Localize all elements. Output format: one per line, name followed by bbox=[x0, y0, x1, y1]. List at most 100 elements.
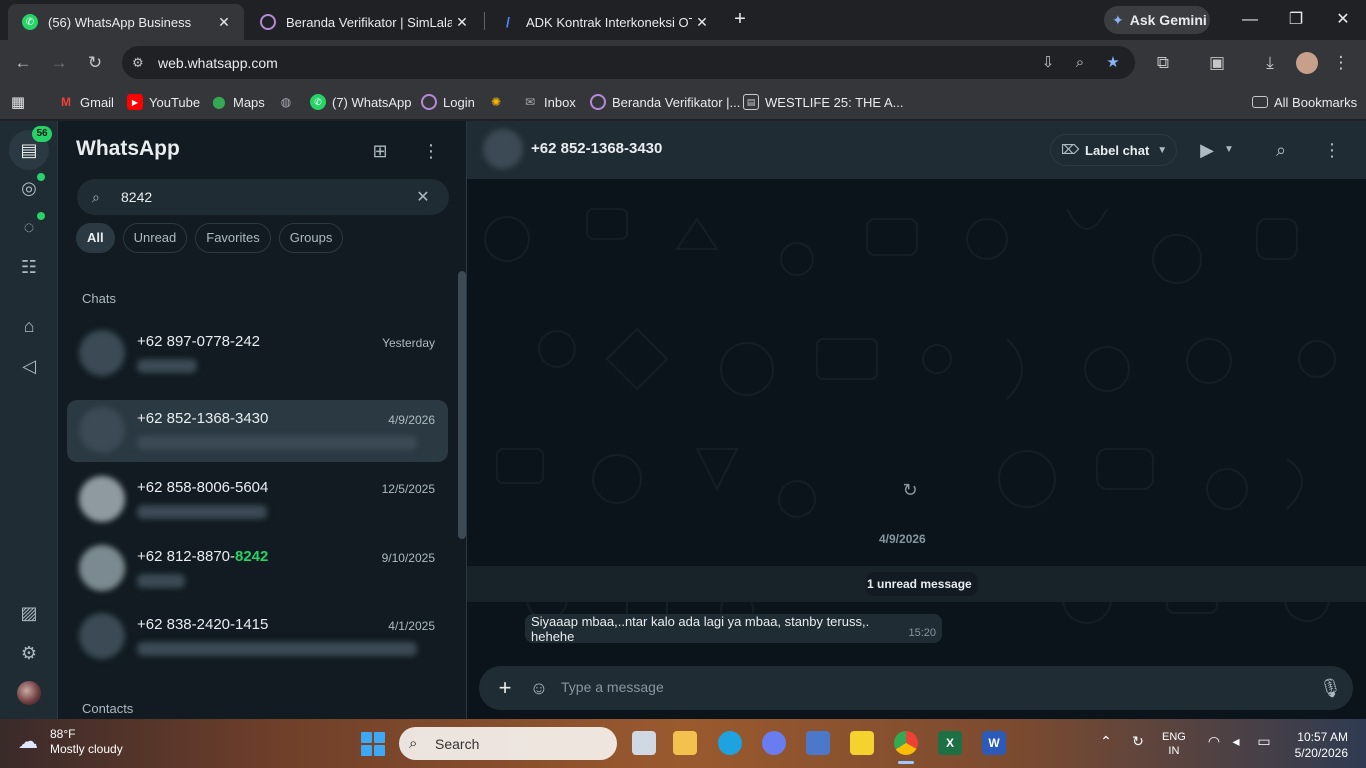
excel-icon[interactable]: X bbox=[938, 731, 962, 755]
bookmark-globe[interactable]: ◍ bbox=[278, 92, 300, 112]
avatar bbox=[79, 476, 125, 522]
bookmark-youtube[interactable]: ▶ YouTube bbox=[127, 92, 200, 112]
language-indicator[interactable]: ENG IN bbox=[1162, 730, 1186, 758]
taskbar-search[interactable]: ⌕ Search bbox=[399, 727, 617, 760]
contact-avatar[interactable] bbox=[483, 129, 523, 169]
apps-grid-icon[interactable]: ▦ bbox=[10, 92, 32, 112]
channels-dot bbox=[37, 212, 45, 220]
menu-dots-icon[interactable]: ⋮ bbox=[1320, 138, 1344, 162]
close-tab-icon[interactable]: ✕ bbox=[452, 14, 472, 31]
status-dot bbox=[37, 173, 45, 181]
extensions-icon[interactable]: ⧉ bbox=[1152, 52, 1174, 74]
bookmark-star-icon[interactable]: ★ bbox=[1103, 53, 1123, 73]
chrome-icon[interactable] bbox=[894, 731, 918, 755]
weather-widget[interactable]: ☁ 88°F Mostly cloudy bbox=[18, 727, 123, 757]
reload-icon[interactable]: ↻ bbox=[84, 52, 106, 74]
all-bookmarks[interactable]: All Bookmarks bbox=[1252, 92, 1357, 112]
word-icon[interactable]: W bbox=[982, 731, 1006, 755]
filter-favorites[interactable]: Favorites bbox=[195, 223, 271, 253]
catalog-store-icon[interactable]: ⌂ bbox=[17, 314, 41, 338]
task-view-icon[interactable] bbox=[632, 731, 656, 755]
close-window-button[interactable]: ✕ bbox=[1329, 8, 1357, 32]
settings-gear-icon[interactable]: ⚙ bbox=[17, 641, 41, 665]
restore-button[interactable]: ❐ bbox=[1282, 8, 1310, 32]
chevron-down-icon[interactable]: ▼ bbox=[1217, 138, 1241, 162]
edge-browser-icon[interactable] bbox=[718, 731, 742, 755]
menu-dots-icon[interactable]: ⋮ bbox=[419, 139, 443, 163]
tab-title: (56) WhatsApp Business bbox=[48, 14, 192, 30]
contact-name[interactable]: +62 852-1368-3430 bbox=[531, 140, 662, 157]
communities-icon[interactable]: ☷ bbox=[17, 255, 41, 279]
message-placeholder[interactable]: Type a message bbox=[561, 679, 664, 695]
ask-gemini-button[interactable]: ✦ Ask Gemini bbox=[1104, 6, 1210, 34]
profile-avatar[interactable] bbox=[1296, 52, 1318, 74]
bookmark-inbox[interactable]: ✉ Inbox bbox=[522, 92, 576, 112]
browser-tabstrip: ✆ (56) WhatsApp Business ✕ Beranda Verif… bbox=[0, 0, 1366, 40]
bookmark-westlife[interactable]: ▤ WESTLIFE 25: THE A... bbox=[743, 92, 903, 112]
system-clock[interactable]: 10:57 AM 5/20/2026 bbox=[1290, 729, 1348, 761]
new-chat-icon[interactable]: ⊞ bbox=[368, 139, 392, 163]
back-icon[interactable]: ← bbox=[12, 52, 34, 74]
filter-unread[interactable]: Unread bbox=[122, 223, 188, 253]
lang-top: ENG bbox=[1162, 731, 1186, 743]
chat-list-item[interactable]: +62 812-8870-8242 9/10/2025 bbox=[67, 538, 448, 600]
new-tab-button[interactable]: + bbox=[728, 8, 752, 32]
chat-date: 4/9/2026 bbox=[388, 413, 435, 427]
chrome-alt-icon[interactable] bbox=[762, 731, 786, 755]
bookmark-login[interactable]: Login bbox=[421, 92, 475, 112]
bookmark-pinwheel[interactable]: ✺ bbox=[488, 92, 510, 112]
chat-list-item-selected[interactable]: +62 852-1368-3430 4/9/2026 bbox=[67, 400, 448, 462]
install-app-icon[interactable]: ⇩ bbox=[1038, 53, 1058, 73]
clear-search-icon[interactable]: ✕ bbox=[413, 187, 433, 207]
label-chat-button[interactable]: ⌦ Label chat ▼ bbox=[1050, 134, 1177, 166]
close-tab-icon[interactable]: ✕ bbox=[214, 14, 234, 31]
video-call-icon[interactable]: ▶ bbox=[1195, 138, 1219, 162]
volume-icon[interactable]: ◂ bbox=[1226, 733, 1246, 750]
site-info-icon[interactable]: ⚙ bbox=[132, 55, 150, 71]
camera-app-icon[interactable] bbox=[806, 731, 830, 755]
bookmark-beranda[interactable]: Beranda Verifikator |... bbox=[590, 92, 740, 112]
inbox-icon: ✉ bbox=[524, 95, 536, 109]
sync-update-icon[interactable]: ↻ bbox=[1128, 733, 1148, 750]
downloads-icon[interactable]: ⤓ bbox=[1259, 52, 1281, 74]
wifi-icon[interactable]: ◠ bbox=[1204, 733, 1224, 750]
forward-icon[interactable]: → bbox=[48, 52, 70, 74]
tab-search-icon[interactable]: ▣ bbox=[1206, 52, 1228, 74]
tab-whatsapp-business[interactable]: ✆ (56) WhatsApp Business ✕ bbox=[8, 4, 244, 40]
search-input[interactable]: ⌕ 8242 ✕ bbox=[77, 179, 449, 215]
bookmark-gmail[interactable]: M Gmail bbox=[58, 92, 114, 112]
chat-list-scrollbar[interactable] bbox=[458, 271, 466, 539]
address-bar[interactable]: ⚙ web.whatsapp.com ⇩ ⌕ ★ bbox=[122, 46, 1135, 79]
menu-dots-icon[interactable]: ⋮ bbox=[1330, 52, 1352, 74]
filter-all[interactable]: All bbox=[76, 223, 115, 253]
advertise-megaphone-icon[interactable]: ◁ bbox=[17, 354, 41, 378]
search-icon[interactable]: ⌕ bbox=[1269, 138, 1293, 162]
chat-list-item[interactable]: +62 858-8006-5604 12/5/2025 bbox=[67, 469, 448, 531]
sticky-notes-icon[interactable] bbox=[850, 731, 874, 755]
chat-list-item[interactable]: +62 838-2420-1415 4/1/2025 bbox=[67, 606, 448, 668]
minimize-button[interactable]: — bbox=[1236, 8, 1264, 32]
bookmark-maps[interactable]: ⬤ Maps bbox=[211, 92, 265, 112]
filter-groups[interactable]: Groups bbox=[278, 223, 344, 253]
close-tab-icon[interactable]: ✕ bbox=[692, 14, 712, 31]
zoom-icon[interactable]: ⌕ bbox=[1070, 53, 1090, 73]
tab-simlala[interactable]: Beranda Verifikator | SimLala ✕ bbox=[246, 4, 482, 40]
bookmark-whatsapp[interactable]: ✆ (7) WhatsApp bbox=[310, 92, 411, 112]
chat-list-item[interactable]: +62 897-0778-242 Yesterday bbox=[67, 323, 448, 385]
message-input[interactable]: + ☺ Type a message 🎙 bbox=[479, 666, 1353, 710]
file-explorer-icon[interactable] bbox=[673, 731, 697, 755]
battery-icon[interactable]: ▭ bbox=[1254, 733, 1274, 750]
windows-start-icon[interactable] bbox=[361, 732, 385, 756]
search-value[interactable]: 8242 bbox=[121, 189, 413, 205]
incoming-message-bubble[interactable]: Siyaaap mbaa,..ntar kalo ada lagi ya mba… bbox=[525, 614, 942, 644]
section-chats-heading: Chats bbox=[82, 291, 116, 306]
emoji-sticker-icon[interactable]: ☺ bbox=[527, 676, 551, 700]
show-hidden-icons-chevron[interactable]: ⌃ bbox=[1096, 733, 1116, 750]
refresh-loading-icon[interactable]: ↻ bbox=[899, 479, 921, 501]
media-gallery-icon[interactable]: ▨ bbox=[17, 601, 41, 625]
microphone-icon[interactable]: 🎙 bbox=[1319, 676, 1342, 700]
attach-plus-icon[interactable]: + bbox=[493, 676, 517, 700]
url-text[interactable]: web.whatsapp.com bbox=[158, 55, 278, 71]
profile-avatar[interactable] bbox=[17, 681, 41, 705]
tab-adk-kontrak[interactable]: / ADK Kontrak Interkoneksi OTP I ✕ bbox=[486, 4, 722, 40]
